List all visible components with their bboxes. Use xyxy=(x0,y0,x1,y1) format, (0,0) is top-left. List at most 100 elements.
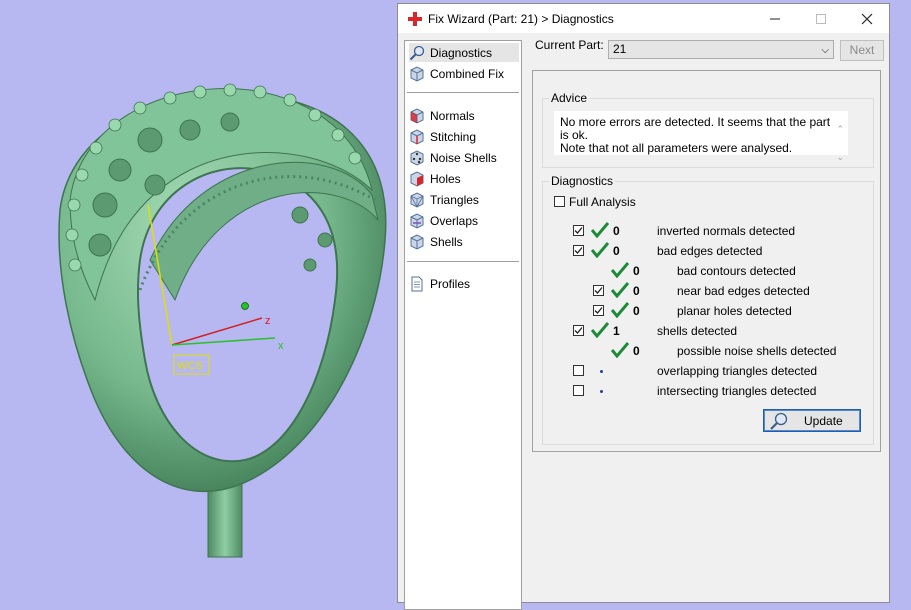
check-mark-icon xyxy=(574,227,583,234)
nav-item-shells[interactable]: Shells xyxy=(409,232,519,251)
green-check-icon xyxy=(611,342,629,358)
full-analysis-checkbox[interactable] xyxy=(554,196,565,207)
pivot-icon xyxy=(241,302,249,310)
pending-dot-icon xyxy=(600,390,603,393)
nav-item-stitching[interactable]: Stitching xyxy=(409,127,519,146)
count-value: 0 xyxy=(633,304,640,318)
diag-row-label: overlapping triangles detected xyxy=(657,364,818,378)
3d-viewport[interactable]: z x WCS xyxy=(0,0,397,592)
advice-line: No more errors are detected. It seems th… xyxy=(560,115,831,142)
diag-row-label: bad edges detected xyxy=(657,244,763,258)
nav-label: Triangles xyxy=(430,192,479,207)
magnifier-icon xyxy=(409,45,425,60)
inverted-normals-checkbox[interactable] xyxy=(573,225,584,236)
nav-label: Diagnostics xyxy=(430,45,493,60)
green-check-icon xyxy=(611,262,629,278)
count-value: 0 xyxy=(613,244,620,258)
next-button[interactable]: Next xyxy=(840,40,884,61)
cube-noise-icon xyxy=(410,149,424,166)
diag-row-label: bad contours detected xyxy=(677,264,796,278)
cube-shells-icon xyxy=(410,233,424,250)
count-value: 1 xyxy=(613,324,620,338)
green-check-icon xyxy=(591,242,609,258)
nav-item-normals[interactable]: Normals xyxy=(409,106,519,125)
wcs-label: WCS xyxy=(177,360,203,372)
document-icon xyxy=(411,276,423,291)
check-mark-icon xyxy=(594,307,603,314)
count-value: 0 xyxy=(613,224,620,238)
nav-label: Overlaps xyxy=(430,213,479,228)
close-button[interactable] xyxy=(844,4,890,33)
count-value: 0 xyxy=(633,284,640,298)
bad-edges-checkbox[interactable] xyxy=(573,245,584,256)
cube-hole-icon xyxy=(410,170,424,187)
diagnostics-group: Diagnostics Full Analysis 0 inverted nor… xyxy=(542,174,874,445)
nav-item-combined-fix[interactable]: Combined Fix xyxy=(409,64,519,83)
title-bar[interactable]: Fix Wizard (Part: 21) > Diagnostics xyxy=(398,4,889,33)
nav-item-profiles[interactable]: Profiles xyxy=(409,274,519,293)
full-analysis-label: Full Analysis xyxy=(569,195,636,209)
nav-label: Holes xyxy=(430,171,461,186)
advice-legend: Advice xyxy=(549,91,590,105)
green-check-icon xyxy=(591,222,609,238)
nav-item-triangles[interactable]: Triangles xyxy=(409,190,519,209)
close-icon xyxy=(861,13,873,24)
advice-group: Advice No more errors are detected. It s… xyxy=(542,91,874,168)
current-part-select[interactable]: 21 ⌵ xyxy=(608,40,834,59)
check-mark-icon xyxy=(594,287,603,294)
nav-divider xyxy=(407,261,519,262)
fix-wizard-dialog: Fix Wizard (Part: 21) > Diagnostics Diag… xyxy=(397,3,890,610)
update-button[interactable]: Update xyxy=(763,409,861,432)
nav-divider xyxy=(407,92,519,93)
scroll-arrows-icon[interactable]: ⌃ ⌄ xyxy=(836,115,844,171)
current-part-value: 21 xyxy=(613,42,627,56)
diag-row-label: inverted normals detected xyxy=(657,224,796,238)
near-bad-edges-checkbox[interactable] xyxy=(593,285,604,296)
magnifier-icon xyxy=(770,412,788,430)
chevron-down-icon: ⌵ xyxy=(821,45,829,56)
x-axis-label: x xyxy=(278,340,284,352)
nav-label: Noise Shells xyxy=(430,150,497,165)
diag-row-label: near bad edges detected xyxy=(677,284,810,298)
minimize-button[interactable] xyxy=(752,4,798,33)
shells-checkbox[interactable] xyxy=(573,325,584,336)
diag-row-label: intersecting triangles detected xyxy=(657,384,817,398)
pending-dot-icon xyxy=(600,370,603,373)
nav-label: Stitching xyxy=(430,129,477,144)
planar-holes-checkbox[interactable] xyxy=(593,305,604,316)
advice-line: Note that not all parameters were analys… xyxy=(560,141,793,155)
current-part-label: Current Part: xyxy=(535,38,604,52)
dialog-title: Fix Wizard (Part: 21) > Diagnostics xyxy=(428,12,614,26)
minimize-icon xyxy=(770,18,780,19)
intersecting-triangles-checkbox[interactable] xyxy=(573,385,584,396)
update-label: Update xyxy=(804,414,843,428)
nav-label: Shells xyxy=(430,234,463,249)
red-cross-icon xyxy=(408,12,422,26)
nav-item-noise-shells[interactable]: Noise Shells xyxy=(409,148,519,167)
advice-textbox[interactable]: No more errors are detected. It seems th… xyxy=(553,110,849,162)
cube-icon xyxy=(410,65,424,82)
nav-label: Normals xyxy=(430,108,475,123)
overlapping-triangles-checkbox[interactable] xyxy=(573,365,584,376)
cube-triangles-icon xyxy=(410,191,424,208)
count-value: 0 xyxy=(633,264,640,278)
green-check-icon xyxy=(591,322,609,338)
cube-stitch-icon xyxy=(410,128,424,145)
diag-row-label: planar holes detected xyxy=(677,304,792,318)
check-mark-icon xyxy=(574,327,583,334)
nav-item-diagnostics[interactable]: Diagnostics xyxy=(409,43,519,62)
diag-row-label: possible noise shells detected xyxy=(677,344,837,358)
nav-item-holes[interactable]: Holes xyxy=(409,169,519,188)
nav-item-overlaps[interactable]: Overlaps xyxy=(409,211,519,230)
diagnostics-panel: Advice No more errors are detected. It s… xyxy=(532,70,881,452)
nav-label: Combined Fix xyxy=(430,66,505,81)
ring-model: z x WCS xyxy=(58,83,387,558)
green-check-icon xyxy=(611,302,629,318)
green-check-icon xyxy=(611,282,629,298)
z-axis-label: z xyxy=(265,315,271,327)
nav-label: Profiles xyxy=(430,276,471,291)
count-value: 0 xyxy=(633,344,640,358)
check-mark-icon xyxy=(574,247,583,254)
wizard-nav: Diagnostics Combined Fix Normals Stitchi… xyxy=(404,40,522,610)
maximize-button[interactable] xyxy=(798,4,844,33)
